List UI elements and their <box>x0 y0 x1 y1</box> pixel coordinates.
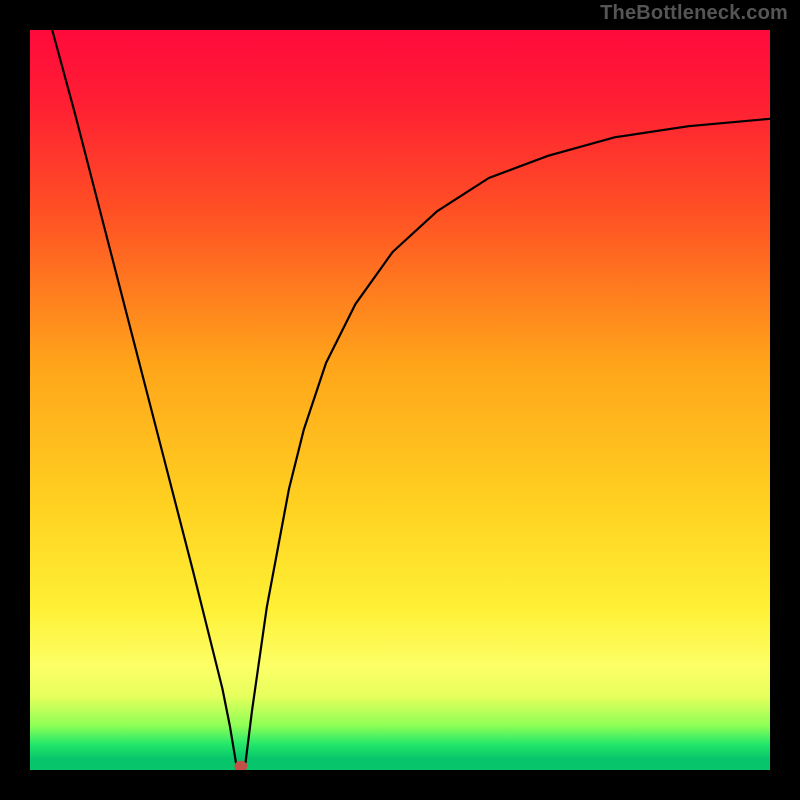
chart-frame: TheBottleneck.com <box>0 0 800 800</box>
min-point-marker <box>235 761 247 770</box>
plot-svg <box>30 30 770 770</box>
plot-area <box>30 30 770 770</box>
brand-watermark: TheBottleneck.com <box>600 2 788 25</box>
gradient-background <box>30 30 770 770</box>
